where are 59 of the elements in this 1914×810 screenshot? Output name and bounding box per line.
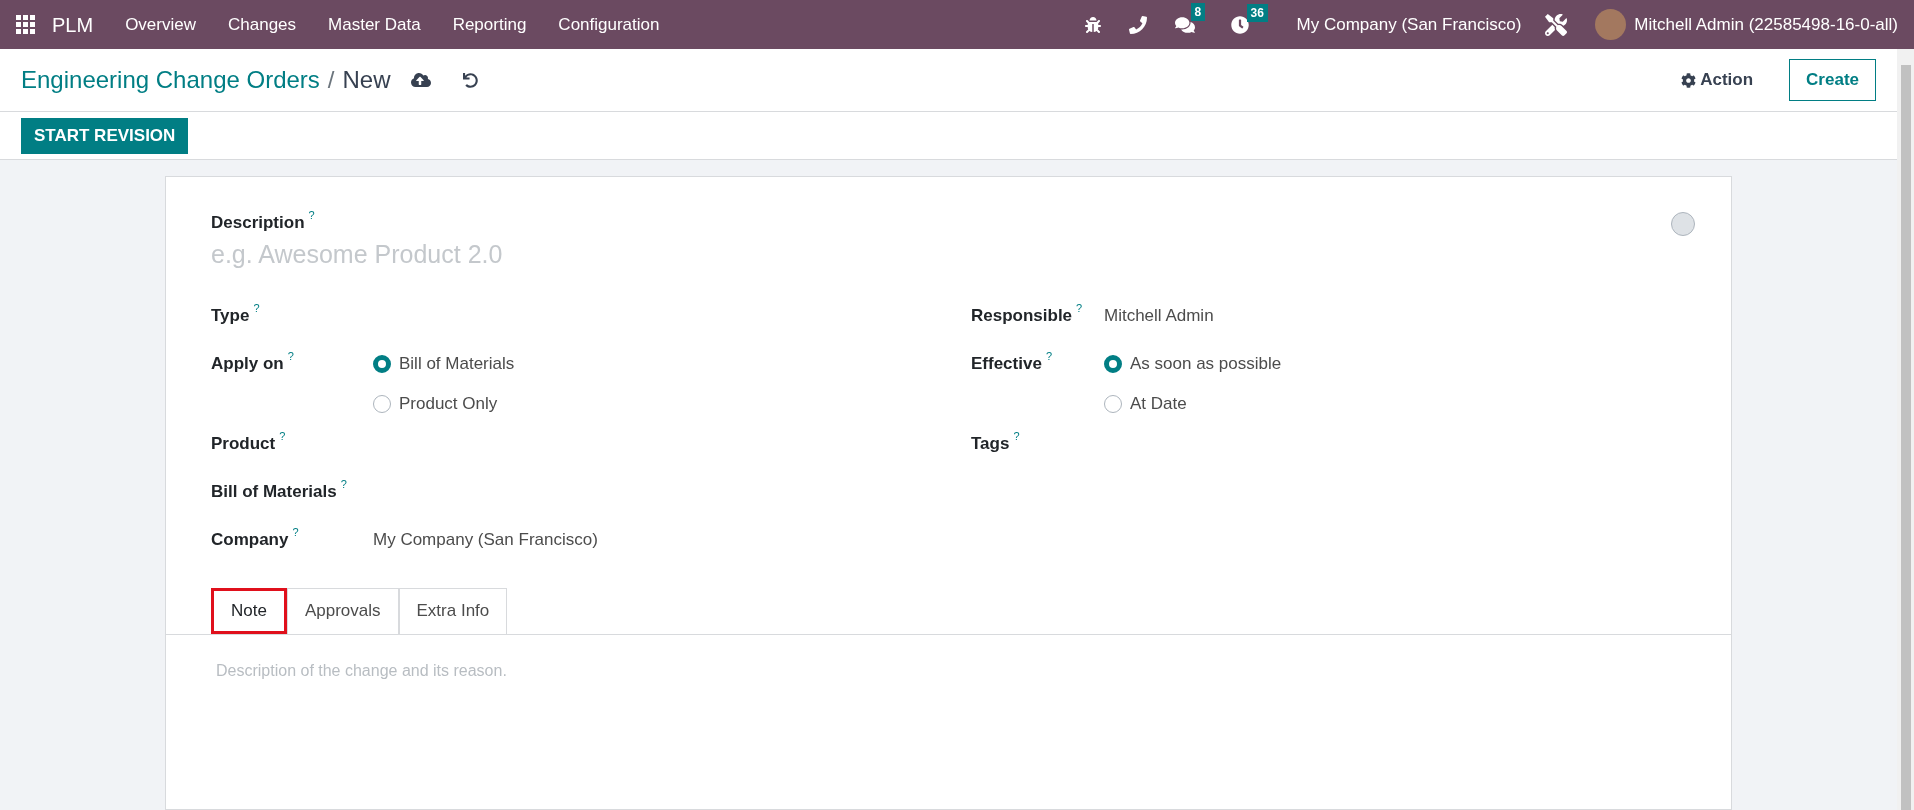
phone-icon[interactable] — [1128, 15, 1147, 34]
radio-label: Product Only — [399, 392, 498, 415]
field-label: Tags — [971, 432, 1010, 455]
create-button[interactable]: Create — [1789, 59, 1876, 101]
tab[interactable]: Extra Info — [398, 587, 508, 634]
description-input[interactable]: e.g. Awesome Product 2.0 — [211, 235, 911, 274]
field-value[interactable]: Mitchell Admin — [1104, 302, 1214, 329]
tab[interactable]: Approvals — [286, 587, 399, 634]
cloud-upload-icon[interactable] — [410, 70, 431, 90]
help-mark[interactable]: ? — [287, 350, 294, 362]
radio-button[interactable] — [1104, 394, 1122, 413]
help-mark[interactable]: ? — [1045, 350, 1052, 362]
menu-item[interactable]: Changes — [228, 11, 297, 38]
app-grid-icon[interactable] — [16, 14, 36, 35]
action-button[interactable]: Action — [1681, 67, 1754, 93]
start-revision-button[interactable]: START REVISION — [21, 117, 189, 154]
undo-icon[interactable] — [462, 72, 478, 88]
help-mark[interactable]: ? — [308, 210, 315, 221]
help-mark[interactable]: ? — [1076, 302, 1083, 314]
help-mark[interactable]: ? — [1013, 430, 1020, 442]
field-label: Apply on — [211, 352, 284, 375]
radio-label: Bill of Materials — [399, 352, 515, 375]
chat-icon[interactable] — [1174, 14, 1195, 35]
field-value[interactable]: My Company (San Francisco) — [373, 526, 598, 553]
breadcrumb-separator: / — [327, 65, 335, 95]
field-label: Company — [211, 528, 289, 551]
radio-label: As soon as possible — [1130, 352, 1282, 375]
breadcrumb-link[interactable]: Engineering Change Orders — [21, 62, 320, 98]
tab[interactable]: Note — [211, 587, 287, 634]
help-mark[interactable]: ? — [340, 478, 347, 490]
gear-icon — [1681, 72, 1697, 88]
menu-item[interactable]: Reporting — [452, 11, 527, 38]
bug-icon[interactable] — [1084, 16, 1101, 33]
field-label: Bill of Materials — [211, 480, 337, 503]
radio-button[interactable] — [373, 394, 391, 413]
message-count-badge: 8 — [1190, 2, 1206, 21]
clock-icon[interactable] — [1230, 15, 1249, 34]
radio-button[interactable] — [373, 354, 391, 373]
company-switcher[interactable]: My Company (San Francisco) — [1296, 11, 1522, 38]
activity-count-badge: 36 — [1246, 3, 1268, 22]
app-name[interactable]: PLM — [52, 9, 94, 40]
menu-item[interactable]: Overview — [125, 11, 196, 38]
tools-icon[interactable] — [1545, 13, 1568, 36]
field-label: Responsible — [971, 304, 1073, 327]
radio-label: At Date — [1130, 392, 1187, 415]
help-mark[interactable]: ? — [279, 430, 286, 442]
menu-item[interactable]: Master Data — [328, 11, 421, 38]
menu-item[interactable]: Configuration — [558, 11, 660, 38]
field-label: Type — [211, 304, 250, 327]
scrollbar[interactable] — [1897, 49, 1914, 810]
field-label: Effective — [971, 352, 1042, 375]
help-mark[interactable]: ? — [253, 302, 260, 314]
user-menu[interactable]: Mitchell Admin (22585498-16-0-all) — [1634, 11, 1898, 38]
field-label: Description — [211, 212, 305, 234]
field-label: Product — [211, 432, 276, 455]
help-mark[interactable]: ? — [292, 526, 299, 538]
note-input[interactable]: Description of the change and its reason. — [216, 658, 1681, 749]
radio-button[interactable] — [1104, 354, 1122, 373]
breadcrumb-current: New — [342, 65, 391, 95]
